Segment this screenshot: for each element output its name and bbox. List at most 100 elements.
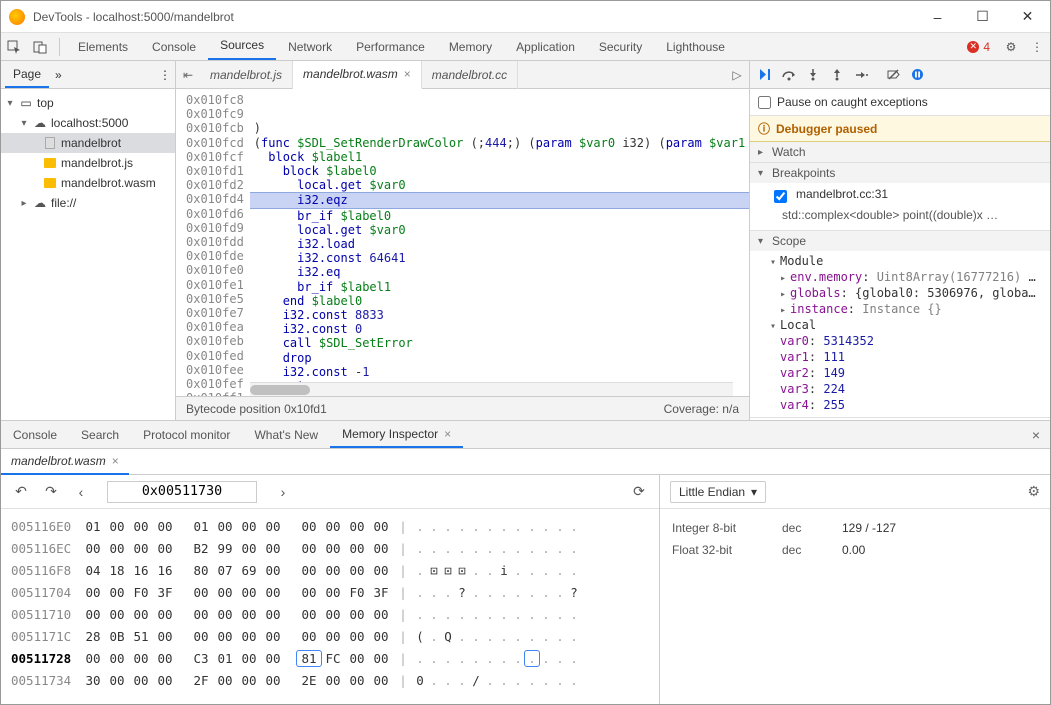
mem-file-tab[interactable]: mandelbrot.wasm× <box>1 449 129 475</box>
editor-tab[interactable]: mandelbrot.cc <box>422 61 518 89</box>
h-scrollbar[interactable] <box>250 382 733 396</box>
code-line[interactable]: (func $SDL_SetRenderDrawColor (;444;) (p… <box>250 136 749 150</box>
hex-viewer[interactable]: 005116E0010000000100000000000000|.......… <box>1 509 659 704</box>
undo-icon[interactable]: ↶ <box>11 483 31 500</box>
scope-section[interactable]: ▾Scope <box>750 231 1050 251</box>
more-menu-icon[interactable]: ⋮ <box>1024 34 1050 60</box>
hex-row[interactable]: 005116E0010000000100000000000000|.......… <box>11 515 649 537</box>
close-button[interactable]: ✕ <box>1005 1 1050 33</box>
local-var[interactable]: var2: 149 <box>750 365 1050 381</box>
errors-badge[interactable]: ✕ 4 <box>967 40 990 54</box>
drawer-tab-protocol-monitor[interactable]: Protocol monitor <box>131 421 242 449</box>
mem-settings-icon[interactable]: ⚙ <box>1027 483 1040 500</box>
scope-env-memory[interactable]: ▸env.memory: Uint8Array(16777216) [101, … <box>750 269 1050 285</box>
tree-file-mandelbrot[interactable]: mandelbrot <box>1 133 175 153</box>
panel-tab-sources[interactable]: Sources <box>208 33 276 60</box>
scope-globals[interactable]: ▸globals: {global0: 5306976, global1: 65… <box>750 285 1050 301</box>
close-icon[interactable]: × <box>404 67 411 81</box>
drawer-tab-what-s-new[interactable]: What's New <box>242 421 330 449</box>
scope-instance[interactable]: ▸instance: Instance {} <box>750 301 1050 317</box>
code-line[interactable]: block $label0 <box>250 164 749 178</box>
breakpoints-section[interactable]: ▾Breakpoints <box>750 163 1050 183</box>
tree-top[interactable]: ▾▭top <box>1 93 175 113</box>
drawer-tab-console[interactable]: Console <box>1 421 69 449</box>
panel-tab-console[interactable]: Console <box>140 33 208 61</box>
tree-file-scheme[interactable]: ▸☁file:// <box>1 193 175 213</box>
nav-page-tab[interactable]: Page <box>5 61 49 88</box>
close-icon[interactable]: × <box>112 454 119 468</box>
panel-tab-lighthouse[interactable]: Lighthouse <box>654 33 737 61</box>
code-line[interactable]: i32.const -1 <box>250 365 749 379</box>
drawer-tab-search[interactable]: Search <box>69 421 131 449</box>
tree-file-js[interactable]: mandelbrot.js <box>1 153 175 173</box>
code-line[interactable]: i32.eq <box>250 265 749 279</box>
panel-tab-security[interactable]: Security <box>587 33 654 61</box>
drawer-tab-memory-inspector[interactable]: Memory Inspector× <box>330 421 463 448</box>
local-var[interactable]: var4: 255 <box>750 397 1050 413</box>
code-line[interactable]: br_if $label1 <box>250 280 749 294</box>
code-line[interactable]: end $label0 <box>250 294 749 308</box>
code-line[interactable]: ) <box>250 121 749 135</box>
settings-gear-icon[interactable]: ⚙ <box>998 34 1024 60</box>
code-line[interactable]: i32.load <box>250 237 749 251</box>
address-input[interactable] <box>107 481 257 503</box>
panel-tab-elements[interactable]: Elements <box>66 33 140 61</box>
hex-row[interactable]: 005116EC00000000B299000000000000|.......… <box>11 537 649 559</box>
code-line[interactable]: i32.eqz <box>250 192 749 208</box>
code-line[interactable]: block $label1 <box>250 150 749 164</box>
resume-button[interactable] <box>754 64 776 86</box>
panel-tab-network[interactable]: Network <box>276 33 344 61</box>
editor-tab[interactable]: mandelbrot.js <box>200 61 293 89</box>
pause-on-caught-checkbox[interactable] <box>758 96 771 109</box>
tree-host[interactable]: ▾☁localhost:5000 <box>1 113 175 133</box>
code-line[interactable]: br_if $label0 <box>250 209 749 223</box>
step-button[interactable] <box>850 64 872 86</box>
code-line[interactable]: i32.const 8833 <box>250 308 749 322</box>
code-line[interactable]: i32.const 64641 <box>250 251 749 265</box>
code-line[interactable]: call $SDL_SetError <box>250 336 749 350</box>
scope-module[interactable]: ▾Module <box>750 253 1050 269</box>
minimize-button[interactable]: – <box>915 1 960 33</box>
hex-row[interactable]: 00511734300000002F0000002E000000|0.../..… <box>11 669 649 691</box>
local-var[interactable]: var3: 224 <box>750 381 1050 397</box>
panel-tab-application[interactable]: Application <box>504 33 587 61</box>
tree-file-wasm[interactable]: mandelbrot.wasm <box>1 173 175 193</box>
local-var[interactable]: var0: 5314352 <box>750 333 1050 349</box>
code-line[interactable]: local.get $var0 <box>250 178 749 192</box>
hex-row[interactable]: 005116F8041816168007690000000000|.⊡⊡⊡..i… <box>11 559 649 581</box>
deactivate-breakpoints-button[interactable] <box>882 64 904 86</box>
next-page-icon[interactable]: › <box>273 484 293 500</box>
local-var[interactable]: var1: 111 <box>750 349 1050 365</box>
pause-exceptions-button[interactable] <box>906 64 928 86</box>
hex-row[interactable]: 0051171C280B51000000000000000000|(.Q....… <box>11 625 649 647</box>
redo-icon[interactable]: ↷ <box>41 483 61 500</box>
prev-page-icon[interactable]: ‹ <box>71 484 91 500</box>
watch-section[interactable]: ▸Watch <box>750 142 1050 162</box>
code-area[interactable]: )(func $SDL_SetRenderDrawColor (;444;) (… <box>250 89 749 396</box>
code-line[interactable]: i32.const 0 <box>250 322 749 336</box>
maximize-button[interactable]: ☐ <box>960 1 1005 33</box>
hex-row[interactable]: 0051172800000000C301000081FC0000|.......… <box>11 647 649 669</box>
panel-tab-memory[interactable]: Memory <box>437 33 504 61</box>
step-over-button[interactable] <box>778 64 800 86</box>
run-snippet-icon[interactable]: ▷ <box>725 68 749 82</box>
refresh-icon[interactable]: ⟳ <box>629 483 649 500</box>
breakpoint-checkbox[interactable] <box>774 190 787 203</box>
nav-more-icon[interactable]: » <box>55 68 62 82</box>
device-mode-icon[interactable] <box>27 34 53 60</box>
editor-tab[interactable]: mandelbrot.wasm× <box>293 61 422 89</box>
hex-row[interactable]: 005117040000F03F000000000000F03F|...?...… <box>11 581 649 603</box>
endianness-dropdown[interactable]: Little Endian▾ <box>670 481 766 503</box>
nav-menu-icon[interactable]: ⋮ <box>159 68 171 82</box>
close-icon[interactable]: × <box>444 427 451 441</box>
panel-tab-performance[interactable]: Performance <box>344 33 437 61</box>
code-line[interactable]: local.get $var0 <box>250 223 749 237</box>
scope-local[interactable]: ▾Local <box>750 317 1050 333</box>
code-line[interactable]: drop <box>250 351 749 365</box>
breakpoint-row[interactable]: mandelbrot.cc:31 <box>750 185 1050 208</box>
step-into-button[interactable] <box>802 64 824 86</box>
inspect-element-icon[interactable] <box>1 34 27 60</box>
step-out-button[interactable] <box>826 64 848 86</box>
hex-row[interactable]: 00511710000000000000000000000000|.......… <box>11 603 649 625</box>
drawer-close-icon[interactable]: × <box>1022 427 1050 443</box>
